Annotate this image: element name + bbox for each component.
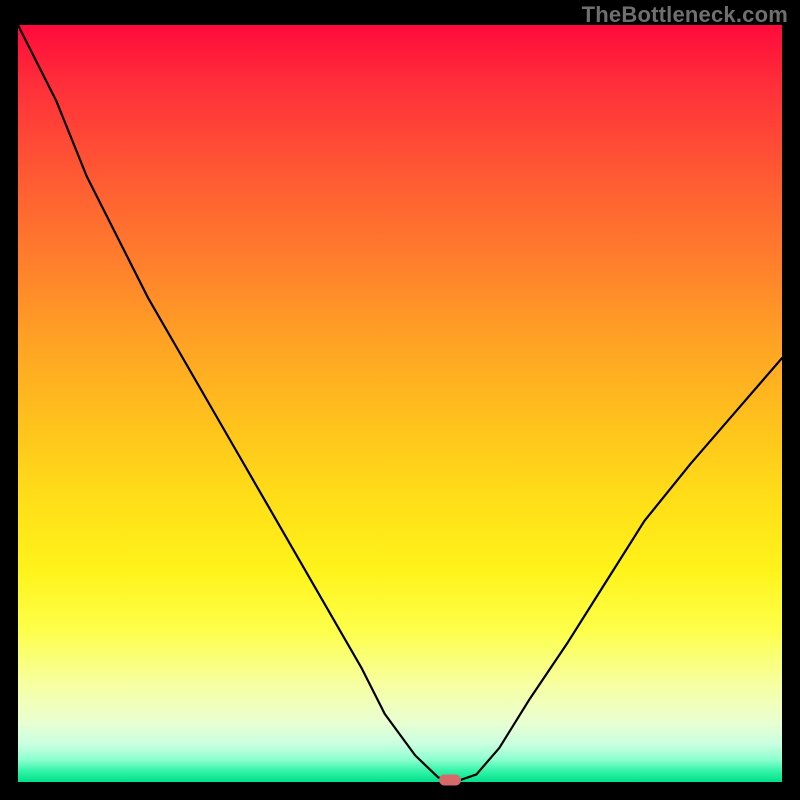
bottleneck-curve (18, 25, 782, 782)
plot-area (18, 25, 782, 782)
optimal-marker (439, 774, 461, 785)
watermark-text: TheBottleneck.com (582, 2, 788, 28)
chart-frame: TheBottleneck.com (0, 0, 800, 800)
curve-path (18, 25, 782, 780)
